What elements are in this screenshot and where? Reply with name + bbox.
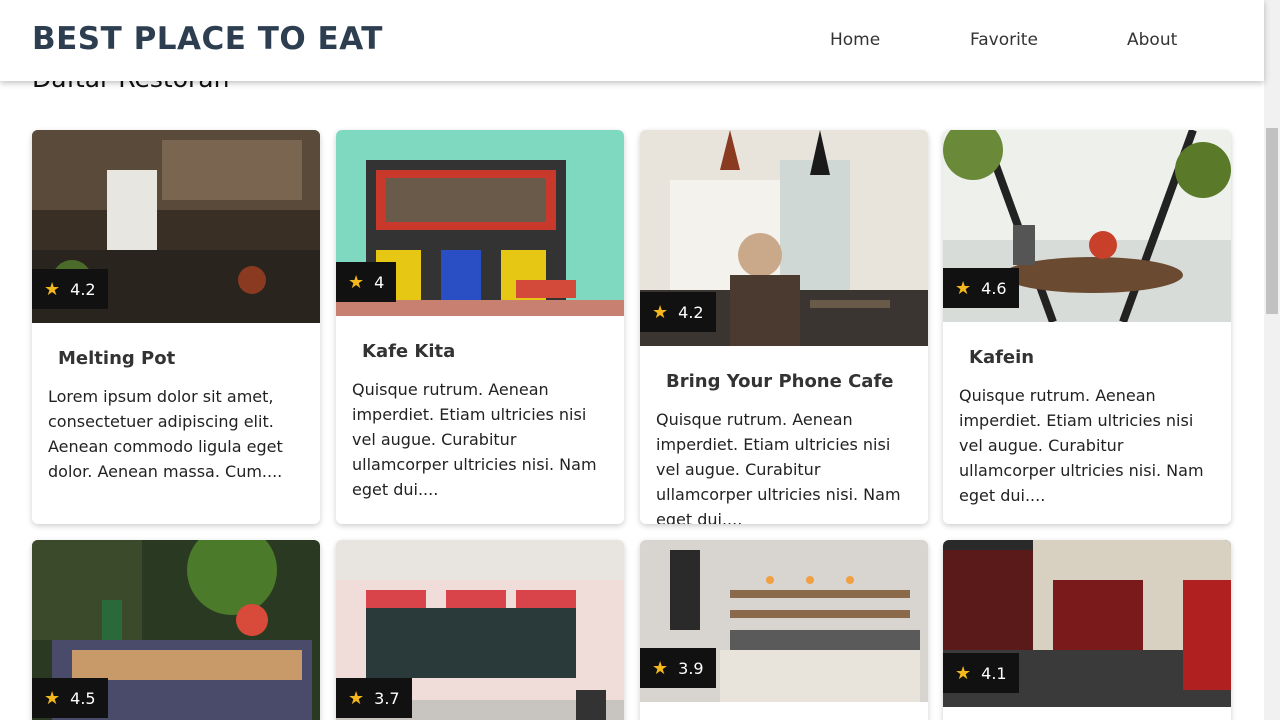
rating-badge: ★ 4.1 bbox=[943, 653, 1019, 693]
restaurant-name[interactable]: Kafe Kita bbox=[362, 341, 455, 362]
rating-badge: ★ 3.9 bbox=[640, 648, 716, 688]
star-icon: ★ bbox=[955, 662, 972, 684]
restaurant-card[interactable]: ★ 4 Kafe Kita Quisque rutrum. Aenean imp… bbox=[336, 130, 624, 524]
rating-badge: ★ 3.7 bbox=[336, 678, 412, 718]
rating-badge: ★ 4.2 bbox=[640, 292, 716, 332]
restaurant-card[interactable]: ★ 3.7 bbox=[336, 540, 624, 720]
restaurant-card[interactable]: ★ 4.1 bbox=[943, 540, 1231, 720]
rating-badge: ★ 4.6 bbox=[943, 268, 1019, 308]
star-icon: ★ bbox=[652, 301, 669, 323]
star-icon: ★ bbox=[652, 657, 669, 679]
nav-link-favorite[interactable]: Favorite bbox=[970, 30, 1038, 50]
star-icon: ★ bbox=[348, 687, 365, 709]
star-icon: ★ bbox=[44, 278, 61, 300]
rating-badge: ★ 4.2 bbox=[32, 269, 108, 309]
rating-value: 3.9 bbox=[678, 658, 704, 678]
restaurant-description: Lorem ipsum dolor sit amet, consectetuer… bbox=[48, 387, 283, 481]
rating-value: 4.2 bbox=[678, 302, 704, 322]
restaurant-card[interactable]: ★ 4.6 Kafein Quisque rutrum. Aenean impe… bbox=[943, 130, 1231, 524]
rating-value: 4 bbox=[374, 272, 385, 292]
restaurant-card[interactable]: ★ 3.9 bbox=[640, 540, 928, 720]
star-icon: ★ bbox=[955, 277, 972, 299]
restaurant-description: Quisque rutrum. Aenean imperdiet. Etiam … bbox=[656, 410, 901, 524]
rating-value: 4.6 bbox=[981, 278, 1007, 298]
rating-value: 4.1 bbox=[981, 663, 1007, 683]
nav-link-home[interactable]: Home bbox=[830, 30, 880, 50]
rating-value: 4.5 bbox=[70, 688, 96, 708]
rating-value: 4.2 bbox=[70, 279, 96, 299]
restaurant-description: Quisque rutrum. Aenean imperdiet. Etiam … bbox=[352, 380, 597, 499]
restaurant-card[interactable]: ★ 4.2 Melting Pot Lorem ipsum dolor sit … bbox=[32, 130, 320, 524]
restaurant-name[interactable]: Melting Pot bbox=[58, 348, 175, 369]
navbar: BEST PLACE TO EAT Home Favorite About bbox=[0, 0, 1264, 81]
nav-link-about[interactable]: About bbox=[1127, 30, 1177, 50]
star-icon: ★ bbox=[348, 271, 365, 293]
restaurant-card[interactable]: ★ 4.2 Bring Your Phone Cafe Quisque rutr… bbox=[640, 130, 928, 524]
vertical-scrollbar[interactable] bbox=[1264, 0, 1280, 720]
rating-badge: ★ 4.5 bbox=[32, 678, 108, 718]
rating-value: 3.7 bbox=[374, 688, 400, 708]
restaurant-description: Quisque rutrum. Aenean imperdiet. Etiam … bbox=[959, 386, 1204, 505]
brand-title[interactable]: BEST PLACE TO EAT bbox=[32, 21, 383, 57]
restaurant-name[interactable]: Kafein bbox=[969, 347, 1034, 368]
rating-badge: ★ 4 bbox=[336, 262, 397, 302]
scrollbar-thumb[interactable] bbox=[1266, 128, 1278, 314]
star-icon: ★ bbox=[44, 687, 61, 709]
restaurant-card[interactable]: ★ 4.5 bbox=[32, 540, 320, 720]
restaurant-name[interactable]: Bring Your Phone Cafe bbox=[666, 371, 894, 392]
